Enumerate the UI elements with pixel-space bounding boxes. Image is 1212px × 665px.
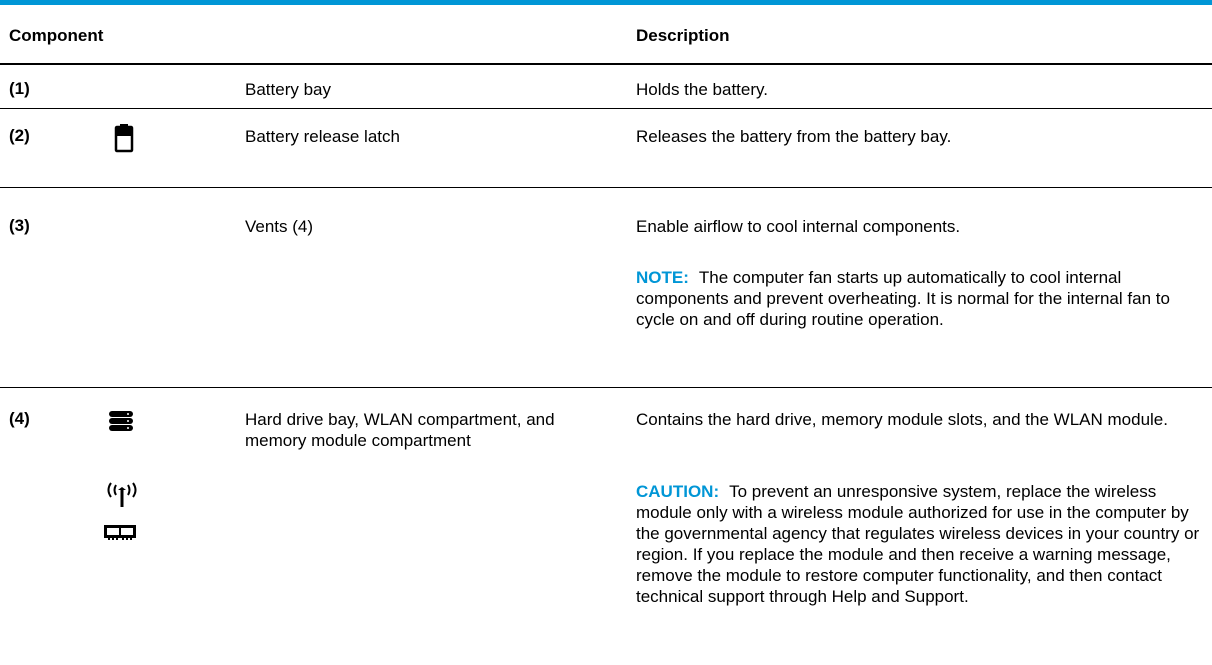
table-row: (4) Hard drive bay, WLAN compartment, an… [0, 388, 1212, 665]
component-description: Holds the battery. [636, 80, 768, 99]
component-name: Vents (4) [245, 217, 314, 236]
memory-module-icon [104, 525, 136, 546]
battery-icon [114, 123, 134, 158]
note-text: The computer fan starts up automatically… [636, 268, 1170, 329]
header-component: Component [9, 26, 104, 45]
caution-text: To prevent an unresponsive system, repla… [636, 482, 1200, 606]
caution-label: CAUTION: [636, 482, 720, 501]
component-description: Enable airflow to cool internal componen… [636, 217, 961, 236]
component-description: Contains the hard drive, memory module s… [636, 410, 1168, 429]
table-row: (3) Vents (4) Enable airflow to cool int… [0, 188, 1212, 388]
note-paragraph: NOTE: The computer fan starts up automati… [636, 267, 1206, 330]
component-description: Releases the battery from the battery ba… [636, 127, 952, 146]
table-row: (2) Battery release latch Releases the b… [0, 109, 1212, 188]
component-name: Battery bay [245, 80, 331, 99]
caution-paragraph: CAUTION: To prevent an unresponsive syste… [636, 481, 1206, 607]
wireless-antenna-icon [104, 479, 140, 514]
note-label: NOTE: [636, 268, 689, 287]
hard-drive-icon [108, 410, 134, 437]
table-header: Component Description [0, 5, 1212, 65]
row-number: (4) [9, 409, 30, 428]
row-number: (1) [9, 79, 30, 98]
row-number: (3) [9, 216, 30, 235]
row-number: (2) [9, 126, 30, 145]
header-description: Description [636, 26, 730, 45]
component-name: Hard drive bay, WLAN compartment, and me… [245, 410, 555, 450]
table-row: (1) Battery bay Holds the battery. [0, 65, 1212, 109]
component-name: Battery release latch [245, 127, 400, 146]
